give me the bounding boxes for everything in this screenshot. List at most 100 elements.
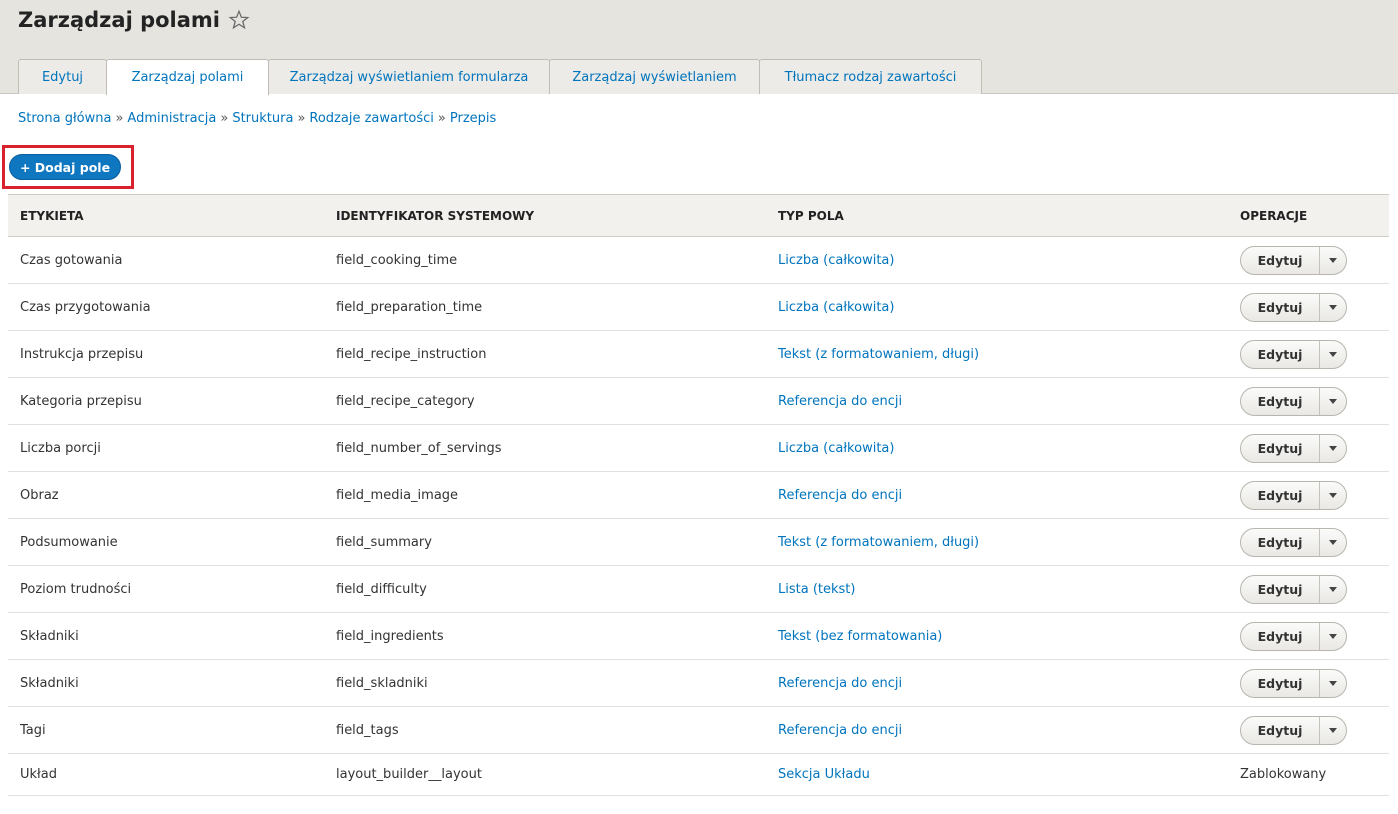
tabs: Edytuj Zarządzaj polami Zarządzaj wyświe… (18, 59, 982, 95)
table-row: Podsumowanie field_summary Tekst (z form… (8, 518, 1389, 566)
operations-cell: Edytuj (1228, 565, 1389, 613)
breadcrumb-separator: » (220, 111, 229, 126)
field-label: Układ (8, 753, 324, 796)
field-type-cell: Tekst (z formatowaniem, długi) (766, 330, 1228, 378)
field-type-link[interactable]: Referencja do encji (778, 488, 902, 503)
breadcrumb-link[interactable]: Administracja (127, 111, 216, 126)
field-type-link[interactable]: Lista (tekst) (778, 582, 855, 597)
page-header: Zarządzaj polami Edytuj Zarządzaj polami… (0, 0, 1398, 95)
field-type-cell: Referencja do encji (766, 471, 1228, 519)
breadcrumb-separator: » (115, 111, 124, 126)
edit-button[interactable]: Edytuj (1241, 716, 1320, 744)
fields-table: ETYKIETA IDENTYFIKATOR SYSTEMOWY TYP POL… (8, 194, 1389, 796)
field-type-link[interactable]: Referencja do encji (778, 676, 902, 691)
field-machine-name: field_tags (324, 706, 766, 754)
edit-button[interactable]: Edytuj (1241, 528, 1320, 556)
star-icon[interactable] (228, 9, 250, 31)
table-row: Liczba porcji field_number_of_servings L… (8, 424, 1389, 472)
field-machine-name: field_number_of_servings (324, 424, 766, 472)
tab-manage-form-display[interactable]: Zarządzaj wyświetlaniem formularza (268, 59, 550, 94)
edit-dropbutton: Edytuj (1240, 480, 1347, 510)
tab-edit[interactable]: Edytuj (18, 59, 107, 94)
dropbutton-toggle[interactable] (1320, 633, 1346, 639)
field-machine-name: field_ingredients (324, 612, 766, 660)
table-header-row: ETYKIETA IDENTYFIKATOR SYSTEMOWY TYP POL… (8, 194, 1389, 237)
dropbutton-toggle[interactable] (1320, 492, 1346, 498)
field-label: Obraz (8, 471, 324, 519)
field-label: Instrukcja przepisu (8, 330, 324, 378)
column-header-field-type: TYP POLA (766, 194, 1228, 237)
dropbutton-toggle[interactable] (1320, 680, 1346, 686)
field-machine-name: layout_builder__layout (324, 753, 766, 796)
edit-button[interactable]: Edytuj (1241, 669, 1320, 697)
operations-cell: Edytuj (1228, 518, 1389, 566)
dropbutton-toggle[interactable] (1320, 445, 1346, 451)
dropbutton-toggle[interactable] (1320, 539, 1346, 545)
operations-cell: Edytuj (1228, 330, 1389, 378)
field-type-link[interactable]: Referencja do encji (778, 394, 902, 409)
breadcrumb-link[interactable]: Rodzaje zawartości (309, 111, 434, 126)
dropbutton-toggle[interactable] (1320, 304, 1346, 310)
edit-button[interactable]: Edytuj (1241, 481, 1320, 509)
chevron-down-icon (1329, 539, 1337, 545)
field-label: Poziom trudności (8, 565, 324, 613)
column-header-operations: OPERACJE (1228, 194, 1389, 237)
chevron-down-icon (1329, 727, 1337, 733)
field-type-link[interactable]: Tekst (z formatowaniem, długi) (778, 535, 979, 550)
field-type-link[interactable]: Liczba (całkowita) (778, 253, 894, 268)
table-row: Czas gotowania field_cooking_time Liczba… (8, 236, 1389, 284)
dropbutton-toggle[interactable] (1320, 398, 1346, 404)
edit-button[interactable]: Edytuj (1241, 246, 1320, 274)
field-label: Składniki (8, 659, 324, 707)
dropbutton-toggle[interactable] (1320, 727, 1346, 733)
field-type-link[interactable]: Tekst (bez formatowania) (778, 629, 942, 644)
edit-button[interactable]: Edytuj (1241, 434, 1320, 462)
tab-manage-display[interactable]: Zarządzaj wyświetlaniem (549, 59, 760, 94)
breadcrumb-link[interactable]: Struktura (232, 111, 293, 126)
field-label: Liczba porcji (8, 424, 324, 472)
field-type-link[interactable]: Referencja do encji (778, 723, 902, 738)
field-type-cell: Liczba (całkowita) (766, 424, 1228, 472)
chevron-down-icon (1329, 398, 1337, 404)
breadcrumb-separator: » (297, 111, 306, 126)
tab-translate-content-type[interactable]: Tłumacz rodzaj zawartości (759, 59, 982, 94)
field-label: Czas przygotowania (8, 283, 324, 331)
edit-button[interactable]: Edytuj (1241, 387, 1320, 415)
edit-button[interactable]: Edytuj (1241, 575, 1320, 603)
operation-status: Zablokowany (1228, 753, 1389, 796)
field-machine-name: field_cooking_time (324, 236, 766, 284)
table-row: Obraz field_media_image Referencja do en… (8, 471, 1389, 519)
chevron-down-icon (1329, 633, 1337, 639)
dropbutton-toggle[interactable] (1320, 586, 1346, 592)
field-machine-name: field_media_image (324, 471, 766, 519)
field-type-link[interactable]: Liczba (całkowita) (778, 441, 894, 456)
field-type-link[interactable]: Liczba (całkowita) (778, 300, 894, 315)
table-row: Składniki field_skladniki Referencja do … (8, 659, 1389, 707)
column-header-label: ETYKIETA (8, 194, 324, 237)
field-type-cell: Tekst (z formatowaniem, długi) (766, 518, 1228, 566)
edit-dropbutton: Edytuj (1240, 668, 1347, 698)
column-header-machine-name: IDENTYFIKATOR SYSTEMOWY (324, 194, 766, 237)
add-field-button[interactable]: + Dodaj pole (9, 154, 121, 180)
breadcrumb-link[interactable]: Strona główna (18, 111, 111, 126)
field-label: Składniki (8, 612, 324, 660)
edit-button[interactable]: Edytuj (1241, 340, 1320, 368)
edit-dropbutton: Edytuj (1240, 715, 1347, 745)
field-type-link[interactable]: Sekcja Układu (778, 767, 870, 782)
operations-cell: Edytuj (1228, 377, 1389, 425)
chevron-down-icon (1329, 304, 1337, 310)
field-type-link[interactable]: Tekst (z formatowaniem, długi) (778, 347, 979, 362)
edit-button[interactable]: Edytuj (1241, 622, 1320, 650)
edit-button[interactable]: Edytuj (1241, 293, 1320, 321)
operations-cell: Edytuj (1228, 659, 1389, 707)
tab-manage-fields[interactable]: Zarządzaj polami (106, 59, 269, 95)
field-type-cell: Referencja do encji (766, 706, 1228, 754)
edit-dropbutton: Edytuj (1240, 621, 1347, 651)
dropbutton-toggle[interactable] (1320, 257, 1346, 263)
dropbutton-toggle[interactable] (1320, 351, 1346, 357)
field-type-cell: Liczba (całkowita) (766, 236, 1228, 284)
table-row: Układ layout_builder__layout Sekcja Ukła… (8, 753, 1389, 796)
field-machine-name: field_difficulty (324, 565, 766, 613)
operations-cell: Edytuj (1228, 283, 1389, 331)
breadcrumb-link[interactable]: Przepis (450, 111, 496, 126)
